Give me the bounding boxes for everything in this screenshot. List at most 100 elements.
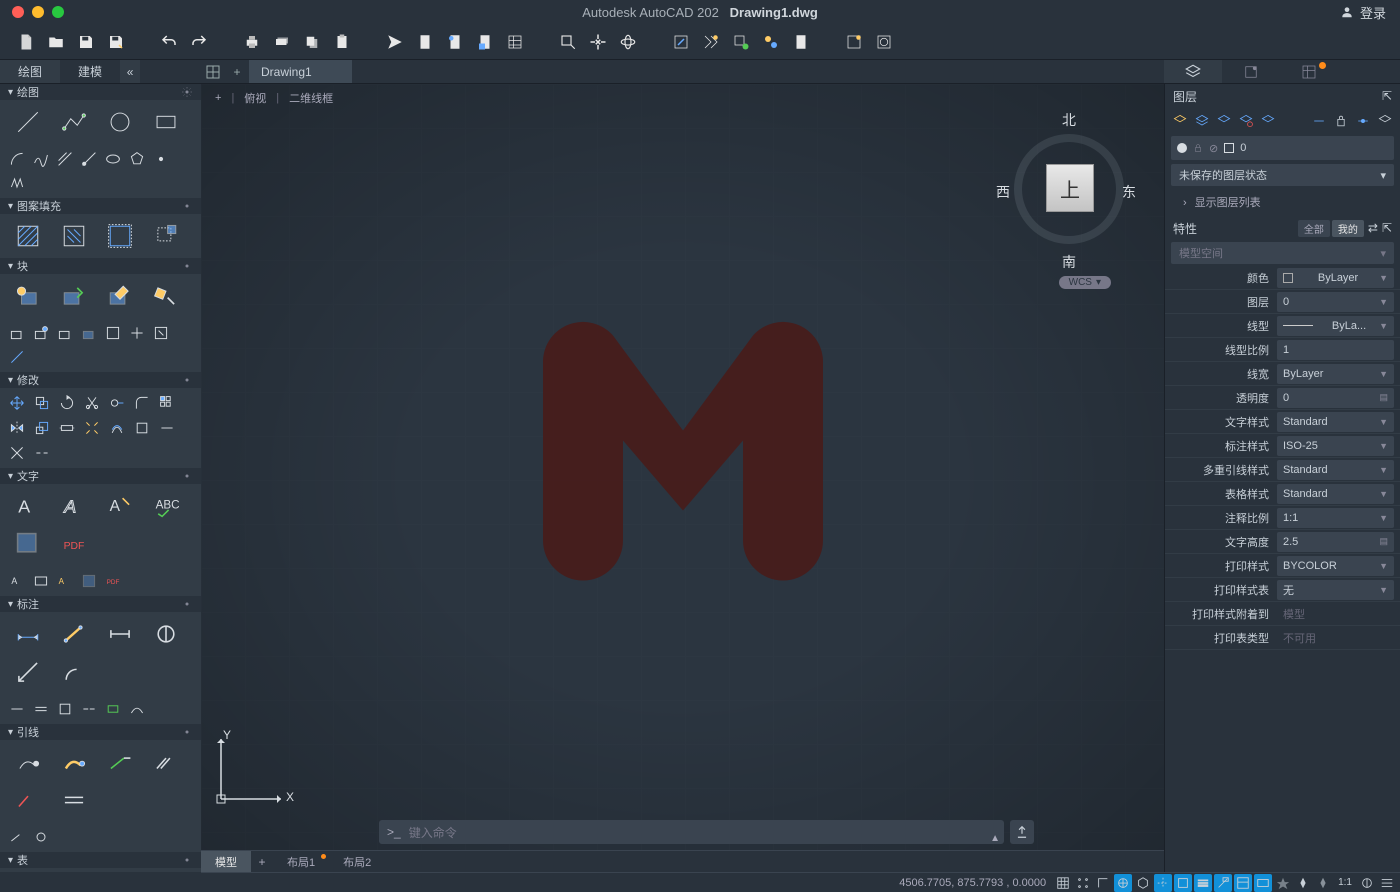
open-file-icon[interactable] bbox=[46, 32, 66, 52]
right-tab-3[interactable] bbox=[1280, 60, 1338, 83]
sb-ann-icon[interactable] bbox=[1294, 874, 1312, 892]
minimize-window-button[interactable] bbox=[32, 6, 44, 18]
point-tool[interactable] bbox=[150, 148, 172, 170]
tool-g-icon[interactable] bbox=[874, 32, 894, 52]
layer-tool-6[interactable] bbox=[1310, 112, 1328, 130]
dim-a[interactable] bbox=[98, 616, 142, 652]
sb-qp-icon[interactable] bbox=[1234, 874, 1252, 892]
left-tab-more-icon[interactable]: « bbox=[120, 60, 140, 83]
viewcube-face-top[interactable]: 上 bbox=[1046, 164, 1094, 212]
props-undock-icon[interactable]: ⇱ bbox=[1382, 221, 1392, 235]
block-create-tool[interactable] bbox=[6, 278, 50, 314]
viewcube-south[interactable]: 南 bbox=[1062, 252, 1076, 272]
tx3[interactable]: A bbox=[54, 570, 76, 592]
dm3[interactable] bbox=[54, 698, 76, 720]
prop-value[interactable]: ByLayer▼ bbox=[1277, 364, 1394, 384]
viewport-add-icon[interactable]: + bbox=[225, 60, 249, 83]
prop-value[interactable]: 2.5▤ bbox=[1277, 532, 1394, 552]
prop-value[interactable]: 1 bbox=[1277, 340, 1394, 360]
gear-icon[interactable] bbox=[181, 854, 193, 866]
table-icon[interactable] bbox=[505, 32, 525, 52]
save-as-icon[interactable] bbox=[106, 32, 126, 52]
layer-tool-8[interactable] bbox=[1354, 112, 1372, 130]
section-block-header[interactable]: ▾块 bbox=[0, 258, 201, 274]
section-hatch-header[interactable]: ▾图案填充 bbox=[0, 198, 201, 214]
gear-icon[interactable] bbox=[181, 726, 193, 738]
sb-grid-icon[interactable] bbox=[1054, 874, 1072, 892]
rotate-tool[interactable] bbox=[56, 392, 78, 414]
layer-tool-2[interactable] bbox=[1193, 112, 1211, 130]
save-icon[interactable] bbox=[76, 32, 96, 52]
tx2[interactable] bbox=[30, 570, 52, 592]
drawing-canvas[interactable]: +| 俯视| 二维线框 上 北 南 西 东 WCS ▾ YX >_ 键入命令 ▲… bbox=[201, 84, 1164, 872]
gear-icon[interactable] bbox=[181, 374, 193, 386]
prop-value[interactable]: ByLayer▼ bbox=[1277, 268, 1394, 288]
right-tab-2[interactable] bbox=[1222, 60, 1280, 83]
ld4[interactable] bbox=[52, 782, 96, 818]
cmd-history-icon[interactable]: ▲ bbox=[990, 833, 1000, 844]
right-tab-layers[interactable] bbox=[1164, 60, 1222, 83]
login-button[interactable]: 登录 bbox=[1330, 1, 1396, 24]
maximize-window-button[interactable] bbox=[52, 6, 64, 18]
copy-tool[interactable] bbox=[31, 392, 53, 414]
mod-b-tool[interactable] bbox=[156, 417, 178, 439]
viewcube[interactable]: 上 北 南 西 东 bbox=[1004, 104, 1134, 274]
prop-value[interactable]: 无▼ bbox=[1277, 580, 1394, 600]
bk7-tool[interactable] bbox=[150, 322, 172, 344]
prop-value[interactable]: Standard▼ bbox=[1277, 412, 1394, 432]
gear-icon[interactable] bbox=[181, 260, 193, 272]
tx5[interactable]: PDF bbox=[102, 570, 124, 592]
prop-value[interactable]: 0▼ bbox=[1277, 292, 1394, 312]
undock-icon[interactable]: ⇱ bbox=[1382, 89, 1392, 103]
offset-tool[interactable] bbox=[106, 417, 128, 439]
sb-sc-icon[interactable] bbox=[1254, 874, 1272, 892]
dim-b[interactable] bbox=[144, 616, 188, 652]
sb-cfg-icon[interactable] bbox=[1378, 874, 1396, 892]
explode-tool[interactable] bbox=[81, 417, 103, 439]
selection-scope-dropdown[interactable]: 模型空间▾ bbox=[1171, 242, 1394, 264]
text-style-tool[interactable]: A bbox=[98, 488, 142, 524]
bk4-tool[interactable] bbox=[78, 322, 100, 344]
text-find-tool[interactable] bbox=[6, 526, 50, 562]
section-dim-header[interactable]: ▾标注 bbox=[0, 596, 201, 612]
sb-iso-icon[interactable] bbox=[1134, 874, 1152, 892]
array-tool[interactable] bbox=[156, 392, 178, 414]
tool-b-icon[interactable] bbox=[701, 32, 721, 52]
dm2[interactable] bbox=[30, 698, 52, 720]
wcs-badge[interactable]: WCS ▾ bbox=[1059, 276, 1111, 289]
text-tool[interactable]: A bbox=[52, 488, 96, 524]
polygon-tool[interactable] bbox=[126, 148, 148, 170]
ellipse-tool[interactable] bbox=[102, 148, 124, 170]
viewcube-east[interactable]: 东 bbox=[1122, 182, 1136, 202]
tool-a-icon[interactable] bbox=[671, 32, 691, 52]
sb-snap-icon[interactable] bbox=[1074, 874, 1092, 892]
prop-value[interactable]: BYCOLOR▼ bbox=[1277, 556, 1394, 576]
bk5-tool[interactable] bbox=[102, 322, 124, 344]
spline-tool[interactable] bbox=[30, 148, 52, 170]
section-table-header[interactable]: ▾表 bbox=[0, 852, 201, 868]
zoom-window-icon[interactable] bbox=[558, 32, 578, 52]
trim-tool[interactable] bbox=[81, 392, 103, 414]
close-window-button[interactable] bbox=[12, 6, 24, 18]
section-draw-header[interactable]: ▾绘图 bbox=[0, 84, 201, 100]
dm5[interactable] bbox=[102, 698, 124, 720]
sb-osnap-icon[interactable] bbox=[1174, 874, 1192, 892]
xline-tool[interactable] bbox=[54, 148, 76, 170]
mleader-tool[interactable] bbox=[52, 744, 96, 780]
layer-tool-7[interactable] bbox=[1332, 112, 1350, 130]
viewport-grid-icon[interactable] bbox=[201, 60, 225, 83]
tx1[interactable]: A bbox=[6, 570, 28, 592]
mod-c-tool[interactable] bbox=[6, 442, 28, 464]
viewcube-west[interactable]: 西 bbox=[996, 182, 1010, 202]
doc-tab-drawing1[interactable]: Drawing1 bbox=[249, 60, 352, 83]
ld1[interactable] bbox=[98, 744, 142, 780]
pan-icon[interactable] bbox=[588, 32, 608, 52]
sb-lwt-icon[interactable] bbox=[1194, 874, 1212, 892]
dm4[interactable] bbox=[78, 698, 100, 720]
tool-c-icon[interactable] bbox=[731, 32, 751, 52]
paste-icon[interactable] bbox=[332, 32, 352, 52]
tool-f-icon[interactable] bbox=[844, 32, 864, 52]
sb-otrack-icon[interactable] bbox=[1154, 874, 1172, 892]
props-tab-my[interactable]: 我的 bbox=[1332, 220, 1364, 237]
polyline-tool[interactable] bbox=[52, 104, 96, 140]
